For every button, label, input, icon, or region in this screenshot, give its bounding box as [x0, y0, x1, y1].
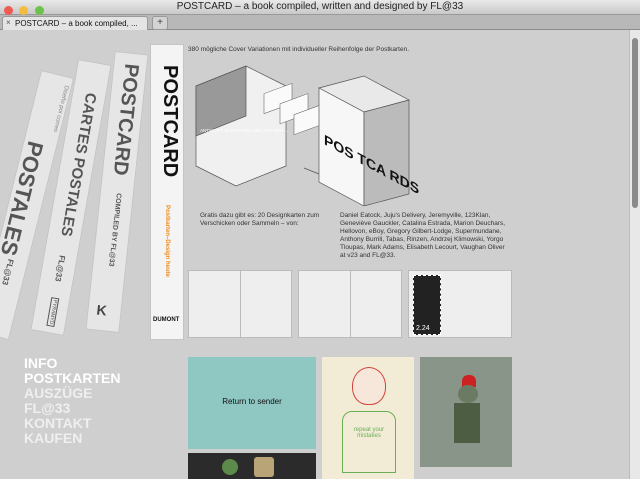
window-title: POSTCARD – a book compiled, written and … — [176, 1, 464, 12]
browser-tab[interactable]: × POSTCARD – a book compiled, ... — [2, 16, 148, 30]
postcard-publisher: K — [95, 301, 108, 319]
cartes-publisher: PYRAMYD — [46, 297, 60, 327]
tile-santa-figure[interactable] — [420, 357, 512, 467]
postales-title: POSTALES — [0, 138, 49, 259]
boy-head — [352, 367, 386, 405]
scrollbar-thumb[interactable] — [632, 38, 638, 208]
close-tab-icon[interactable]: × — [6, 18, 11, 27]
dark-figure-right — [254, 457, 274, 477]
cartes-author: FL@33 — [53, 254, 67, 283]
figure-body — [454, 403, 480, 443]
book-back-text: ANTWORT: BUCHHANDLUNG AUF DEN ... — [200, 128, 288, 133]
vertical-scrollbar[interactable] — [629, 30, 640, 479]
cover-caption: 380 mögliche Cover Variationen mit indiv… — [188, 46, 409, 53]
nav-kaufen[interactable]: KAUFEN — [24, 431, 120, 446]
closed-book-side — [363, 99, 410, 206]
postales-author: FL@33 — [0, 258, 16, 287]
tile-return-to-sender[interactable]: Return to sender — [188, 357, 316, 449]
spread-1[interactable] — [188, 270, 292, 338]
main-nav: INFO POSTKARTEN AUSZÜGE FL@33 KONTAKT KA… — [24, 356, 120, 446]
return-to-sender-label: Return to sender — [222, 397, 282, 406]
contributors-caption: Daniel Eatock, Juju's Delivery, Jeremyvi… — [340, 212, 506, 259]
tile-boy-shirt[interactable]: repeat your mistakes — [322, 357, 414, 479]
main-title: POSTCARD — [159, 65, 181, 178]
main-publisher: DUMONT — [153, 317, 180, 323]
nav-info[interactable]: INFO — [24, 356, 120, 371]
shirt-text: repeat your mistakes — [353, 427, 385, 439]
spread-3[interactable]: 2.24 — [408, 270, 512, 338]
main-subtitle: Postkarten–Design heute — [164, 205, 170, 278]
postcard-subtitle: COMPILED BY FL@33 — [107, 192, 122, 267]
tab-label: POSTCARD – a book compiled, ... — [15, 19, 138, 28]
tile-dark-figures[interactable] — [188, 453, 316, 479]
postcard-title: POSTCARD — [108, 62, 143, 177]
stamp-image: 2.24 — [413, 275, 441, 335]
nav-auszuege[interactable]: AUSZÜGE — [24, 386, 120, 401]
boy-shirt — [342, 411, 396, 473]
spine-postcard-dumont: POSTCARD Postkarten–Design heute DUMONT — [150, 44, 184, 340]
nav-kontakt[interactable]: KONTAKT — [24, 416, 120, 431]
dark-figure-left — [222, 459, 238, 475]
gratis-caption: Gratis dazu gibt es: 20 Designkarten zum… — [200, 212, 320, 227]
stamp-value: 2.24 — [416, 325, 430, 332]
book-illustration: ANTWORT: BUCHHANDLUNG AUF DEN ... POS TC… — [195, 65, 419, 206]
new-tab-button[interactable]: + — [152, 16, 168, 30]
tab-bar: × POSTCARD – a book compiled, ... + — [0, 15, 640, 30]
figure-head — [458, 385, 478, 403]
nav-postkarten[interactable]: POSTKARTEN — [24, 371, 120, 386]
spread-2[interactable] — [298, 270, 402, 338]
nav-fl33[interactable]: FL@33 — [24, 401, 120, 416]
window-titlebar: POSTCARD – a book compiled, written and … — [0, 0, 640, 15]
